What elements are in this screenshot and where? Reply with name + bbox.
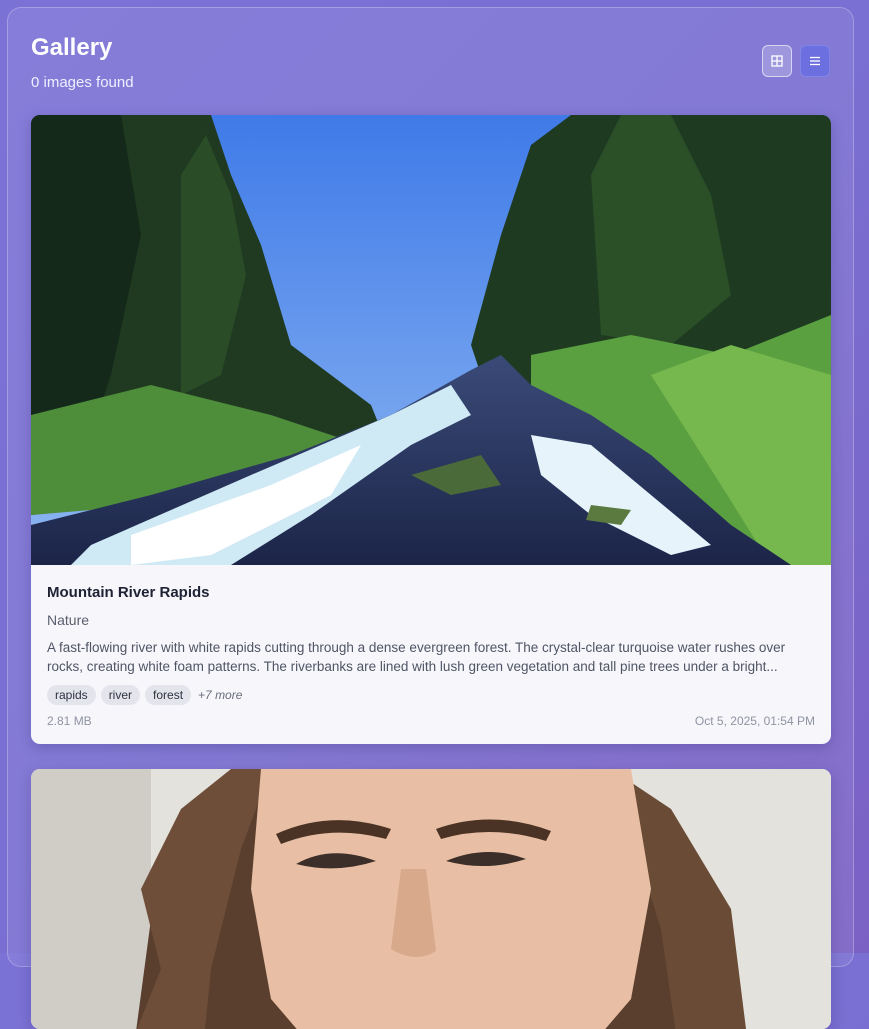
portrait-photo — [31, 769, 831, 1029]
card-title: Mountain River Rapids — [47, 584, 210, 601]
upload-date: Oct 5, 2025, 01:54 PM — [694, 714, 815, 728]
page-title: Gallery — [31, 34, 113, 61]
grid-icon — [771, 55, 783, 67]
card-category: Nature — [47, 612, 90, 628]
tag-list: rapids river forest +7 more — [47, 685, 242, 705]
tag[interactable]: forest — [145, 685, 192, 705]
card-description: A fast-flowing river with white rapids c… — [47, 640, 786, 674]
tag[interactable]: river — [100, 685, 141, 705]
gallery-card[interactable]: Mountain River Rapids Nature A fast-flow… — [31, 115, 831, 744]
gallery-card[interactable] — [31, 769, 831, 1029]
list-view-button[interactable] — [800, 45, 830, 77]
grid-view-button[interactable] — [762, 45, 792, 77]
file-size: 2.81 MB — [47, 714, 92, 728]
river-photo — [31, 115, 831, 565]
list-icon — [810, 56, 820, 66]
more-tags[interactable]: +7 more — [198, 688, 242, 702]
tag[interactable]: rapids — [47, 685, 96, 705]
image-count: 0 images found — [31, 74, 134, 91]
